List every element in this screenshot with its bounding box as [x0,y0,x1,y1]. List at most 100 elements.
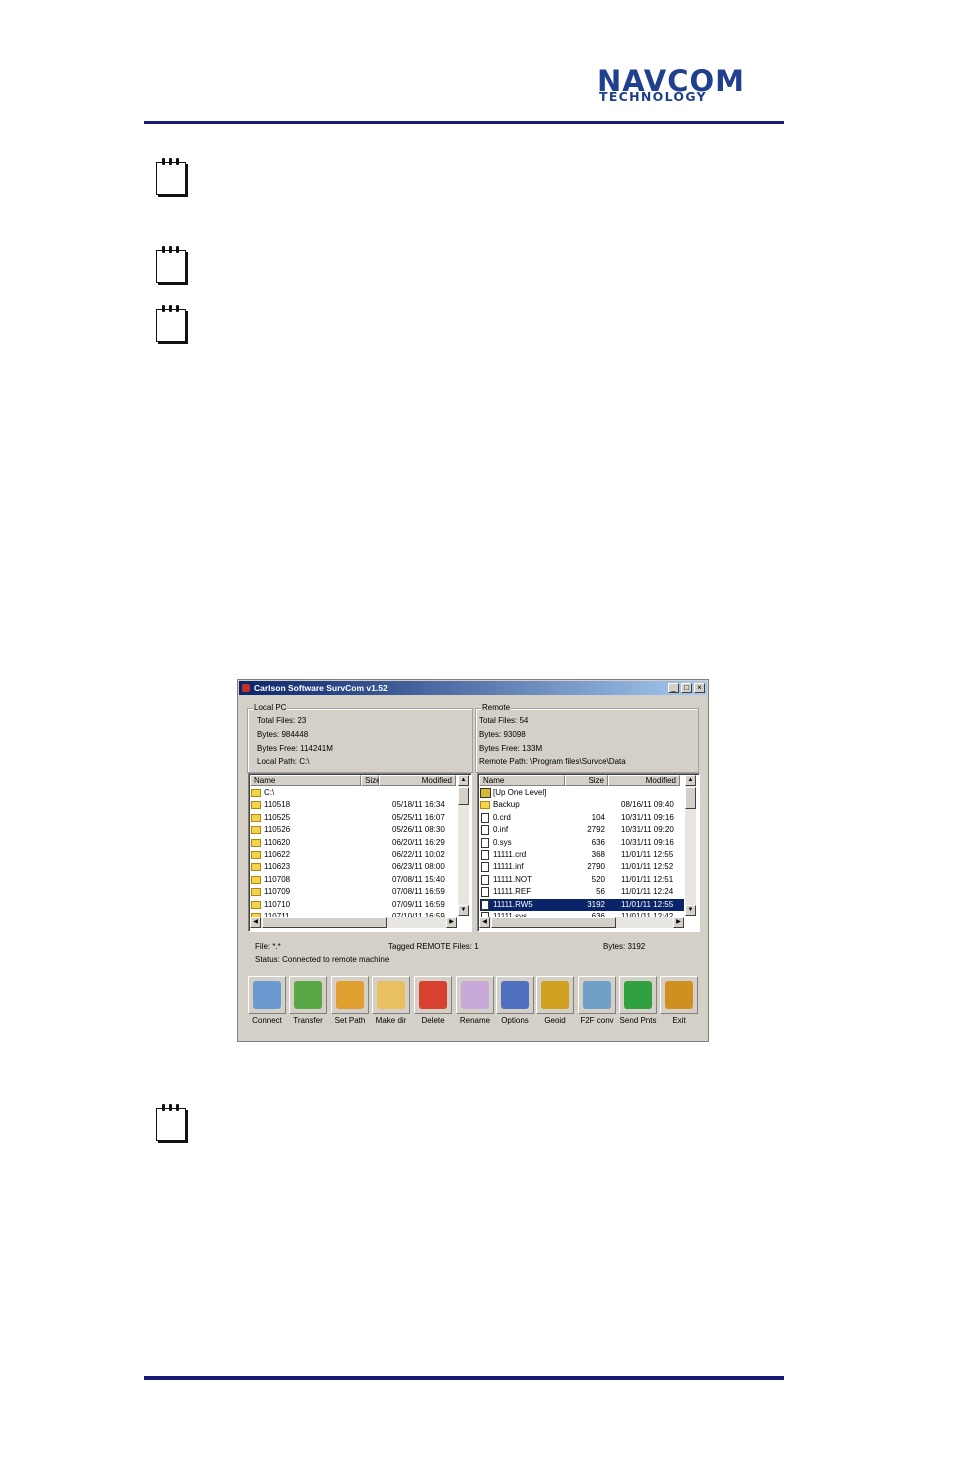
local-vertical-scrollbar[interactable]: ▲ ▼ [458,775,469,916]
scroll-thumb[interactable] [458,787,469,805]
list-item[interactable]: 110623 06/23/11 08:00 [251,861,456,873]
folder-icon [480,801,490,810]
list-item[interactable]: 110518 05/18/11 16:34 [251,799,456,811]
local-col-name[interactable]: Name [250,775,361,786]
make-dir-label: Make dir [375,1016,407,1025]
set-path-button[interactable] [331,976,369,1014]
title-bar: Carlson Software SurvCom v1.52 _ □ × [239,681,707,695]
list-item[interactable]: 110526 05/26/11 08:30 [251,824,456,836]
list-item[interactable]: Backup 08/16/11 09:40 [480,799,684,811]
list-item[interactable]: 11111.REF 56 11/01/11 12:24 [480,886,684,898]
cell-modified: 07/08/11 16:59 [392,887,445,897]
local-col-size[interactable]: Size [361,775,381,786]
list-item[interactable]: 0.inf 2792 10/31/11 09:20 [480,824,684,836]
remote-bytes-free: Bytes Free: 133M [479,744,543,753]
send-pnts-button[interactable] [619,976,657,1014]
selected-bytes: Bytes: 3192 [603,942,646,951]
remote-legend: Remote [481,703,512,713]
list-item[interactable]: [Up One Level] [480,787,684,799]
list-item[interactable]: 11111.inf 2790 11/01/11 12:52 [480,861,684,873]
folder-icon [251,863,261,872]
remote-total-files: Total Files: 54 [479,716,529,725]
cell-modified: 11/01/11 12:51 [621,874,674,884]
cell-modified: 08/16/11 09:40 [621,800,674,810]
note-icon [155,157,187,195]
list-item[interactable]: 110709 07/08/11 16:59 [251,886,456,898]
remote-path: Remote Path: \Program files\Survce\Data [479,757,626,766]
scroll-right-icon[interactable]: ▶ [673,917,684,928]
cell-name: 0.sys [493,837,512,847]
scroll-left-icon[interactable]: ◀ [479,917,490,928]
send-pnts-label: Send Pnts [619,1016,657,1025]
cell-name: 0.inf [493,825,509,835]
list-item[interactable]: 110710 07/09/11 16:59 [251,899,456,911]
remote-horizontal-scrollbar[interactable]: ◀ ▶ [479,917,684,928]
cell-name: 11111.inf [493,862,524,872]
cell-size: 2792 [587,825,605,835]
scroll-down-icon[interactable]: ▼ [685,905,696,916]
cell-name: 110526 [264,825,291,835]
cell-name: Backup [493,800,520,810]
list-item[interactable]: 110708 07/08/11 15:40 [251,874,456,886]
cell-modified: 05/26/11 08:30 [392,825,445,835]
f2f-conv-button[interactable] [578,976,616,1014]
cell-name: C:\ [264,788,275,797]
remote-col-size[interactable]: Size [565,775,608,786]
scroll-down-icon[interactable]: ▼ [458,905,469,916]
minimize-button[interactable]: _ [668,683,679,693]
scroll-up-icon[interactable]: ▲ [685,775,696,786]
remote-col-modified[interactable]: Modified [608,775,680,786]
cell-modified: 07/08/11 15:40 [392,874,445,884]
list-item[interactable]: 110622 06/22/11 10:02 [251,849,456,861]
file-icon [481,837,489,848]
scroll-thumb[interactable] [491,917,616,928]
list-item[interactable]: 11111.RW5 3192 11/01/11 12:55 [480,898,684,911]
close-button[interactable]: × [694,683,705,693]
local-horizontal-scrollbar[interactable]: ◀ ▶ [250,917,457,928]
file-icon [481,887,489,898]
geoid-button[interactable] [536,976,574,1014]
exit-button[interactable] [660,976,698,1014]
cell-modified: 11/01/11 12:55 [621,899,674,909]
file-icon [481,825,489,836]
delete-button[interactable] [414,976,452,1014]
make-dir-button[interactable] [372,976,410,1014]
remote-file-list[interactable]: Name Size Modified [Up One Level] Backup 0… [477,773,700,932]
local-file-list[interactable]: Name Size Modified C:\ 110518 05/18/11 16:… [248,773,472,932]
transfer-button[interactable] [289,976,327,1014]
scroll-up-icon[interactable]: ▲ [458,775,469,786]
cell-size: 3192 [587,899,605,909]
note-icon [155,245,187,283]
list-item[interactable]: 110525 05/25/11 16:07 [251,812,456,824]
list-item[interactable]: 110620 06/20/11 16:29 [251,837,456,849]
local-path: Local Path: C:\ [257,757,310,766]
window-title: Carlson Software SurvCom v1.52 [254,683,388,693]
cell-name: 110525 [264,812,291,822]
cell-modified: 11/01/11 12:52 [621,862,674,872]
scroll-right-icon[interactable]: ▶ [446,917,457,928]
maximize-button[interactable]: □ [681,683,692,693]
options-button[interactable] [496,976,534,1014]
transfer-icon [294,981,322,1009]
note-icon [155,1103,187,1141]
local-col-modified[interactable]: Modified [379,775,456,786]
connect-button[interactable] [248,976,286,1014]
cell-modified: 06/20/11 16:29 [392,837,445,847]
rename-button[interactable] [456,976,494,1014]
scroll-thumb[interactable] [262,917,387,928]
cell-name: 0.crd [493,812,511,822]
logo-line-2: TECHNOLOGY [599,89,707,104]
list-item[interactable]: 11111.NOT 520 11/01/11 12:51 [480,874,684,886]
remote-vertical-scrollbar[interactable]: ▲ ▼ [685,775,696,916]
list-item[interactable]: 0.crd 104 10/31/11 09:16 [480,812,684,824]
geoid-icon [541,981,569,1009]
remote-col-name[interactable]: Name [479,775,565,786]
list-item[interactable]: 0.sys 636 10/31/11 09:16 [480,837,684,849]
cell-size: 104 [591,812,605,822]
list-item[interactable]: C:\ [251,787,456,799]
cell-modified: 10/31/11 09:16 [621,837,674,847]
scroll-left-icon[interactable]: ◀ [250,917,261,928]
delete-icon [419,981,447,1009]
scroll-thumb[interactable] [685,787,696,809]
list-item[interactable]: 11111.crd 368 11/01/11 12:55 [480,849,684,861]
